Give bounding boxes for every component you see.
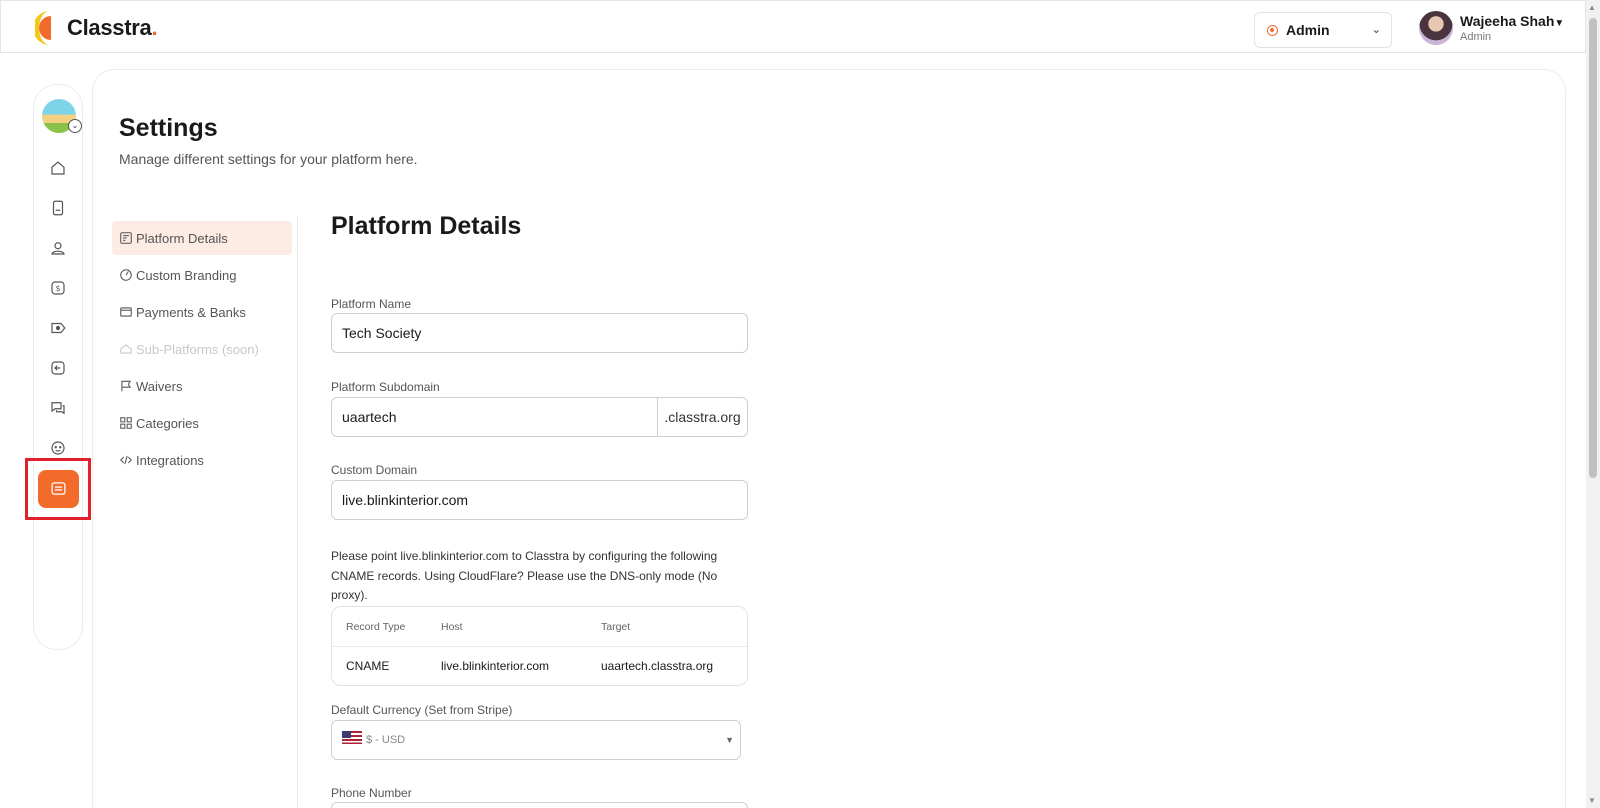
chevron-down-icon[interactable]: ⌄ — [68, 119, 82, 133]
user-role: Admin — [1460, 31, 1492, 43]
chat-icon[interactable] — [49, 399, 67, 417]
classtra-logo-icon — [33, 9, 61, 47]
role-select[interactable]: Admin ⌄ — [1254, 12, 1392, 48]
grid-icon — [120, 417, 132, 429]
dns-records-table: Record Type Host Target CNAME live.blink… — [331, 606, 748, 686]
arrow-left-icon[interactable] — [49, 359, 67, 377]
page-subtitle: Manage different settings for your platf… — [119, 151, 418, 167]
settings-nav-label: Payments & Banks — [136, 304, 246, 320]
caret-down-icon: ▼ — [1554, 18, 1565, 29]
user-avatar — [1419, 11, 1453, 45]
settings-nav-waivers[interactable]: Waivers — [112, 369, 292, 403]
default-currency-select[interactable]: $ - USD ▼ — [331, 720, 741, 760]
svg-text:$: $ — [56, 284, 61, 293]
settings-nav-label: Sub-Platforms (soon) — [136, 341, 259, 357]
subdomain-suffix: .classtra.org — [657, 398, 747, 436]
role-indicator-icon — [1267, 24, 1278, 36]
settings-nav-payments-banks[interactable]: Payments & Banks — [112, 295, 292, 329]
settings-list-icon — [51, 482, 66, 495]
custom-domain-input[interactable]: live.blinkinterior.com — [331, 480, 748, 520]
page-scrollbar[interactable]: ▲ ▼ — [1586, 0, 1600, 808]
custom-domain-value: live.blinkinterior.com — [342, 492, 469, 508]
platform-name-input[interactable]: Tech Society — [331, 313, 748, 353]
role-select-value: Admin — [1286, 22, 1330, 38]
table-header-cell: Record Type — [346, 621, 406, 633]
phone-number-label: Phone Number — [331, 786, 412, 800]
platform-name-value: Tech Society — [342, 325, 422, 341]
custom-domain-help-text: Please point live.blinkinterior.com to C… — [331, 549, 718, 602]
tag-icon[interactable] — [49, 319, 67, 337]
settings-nav-label: Waivers — [136, 378, 183, 394]
book-icon[interactable] — [49, 199, 67, 217]
scroll-down-arrow-icon[interactable]: ▼ — [1588, 796, 1596, 805]
smile-icon[interactable] — [49, 439, 67, 457]
settings-nav: Platform Details Custom Branding Payment… — [112, 221, 292, 480]
platform-subdomain-input[interactable]: uaartech .classtra.org — [331, 397, 748, 437]
platform-subdomain-label: Platform Subdomain — [331, 380, 440, 394]
default-currency-value: $ - USD — [366, 734, 406, 746]
palette-icon — [120, 269, 132, 281]
caret-down-icon: ▼ — [725, 735, 734, 745]
settings-nav-label: Custom Branding — [136, 267, 237, 283]
default-currency-label: Default Currency (Set from Stripe) — [331, 703, 513, 717]
phone-number-input[interactable] — [331, 802, 748, 808]
platform-subdomain-value: uaartech — [342, 409, 397, 425]
user-menu[interactable]: Wajeeha Shah▼ Admin — [1419, 11, 1564, 45]
user-name: Wajeeha Shah — [1460, 13, 1555, 29]
settings-nav-label: Integrations — [136, 452, 204, 468]
section-title: Platform Details — [331, 212, 522, 240]
classtra-logo[interactable]: Classtra. — [33, 9, 158, 47]
settings-nav-platform-details[interactable]: Platform Details — [112, 221, 292, 255]
user-icon[interactable] — [49, 239, 67, 257]
code-icon — [120, 455, 132, 465]
logo-dot: . — [151, 15, 158, 40]
table-cell: live.blinkinterior.com — [441, 659, 550, 673]
scroll-up-arrow-icon[interactable]: ▲ — [1588, 3, 1596, 12]
document-icon — [120, 232, 132, 244]
table-divider — [332, 646, 747, 647]
flag-icon — [121, 380, 132, 392]
page-title: Settings — [119, 114, 218, 142]
settings-nav-label: Platform Details — [136, 230, 228, 246]
settings-nav-custom-branding[interactable]: Custom Branding — [112, 258, 292, 292]
table-cell: CNAME — [346, 659, 390, 673]
settings-card — [92, 69, 1566, 808]
dollar-icon[interactable]: $ — [49, 279, 67, 297]
settings-list-icon-button[interactable] — [38, 470, 79, 508]
custom-domain-label: Custom Domain — [331, 463, 418, 477]
table-header-cell: Host — [441, 621, 463, 633]
logo-text: Classtra — [67, 15, 152, 40]
settings-nav-categories[interactable]: Categories — [112, 406, 292, 440]
us-flag-icon — [342, 730, 362, 744]
table-cell: uaartech.classtra.org — [601, 659, 714, 673]
platform-name-label: Platform Name — [331, 297, 412, 311]
house-icon — [120, 344, 132, 354]
left-rail-nav: ⌄ $ — [33, 84, 83, 650]
home-icon[interactable] — [49, 159, 67, 177]
settings-nav-integrations[interactable]: Integrations — [112, 443, 292, 477]
chevron-down-icon: ⌄ — [1371, 24, 1381, 36]
card-icon — [120, 307, 132, 317]
settings-nav-divider — [297, 215, 298, 808]
top-header: Classtra. Admin ⌄ Wajeeha Shah▼ Admin — [0, 0, 1586, 53]
table-header-cell: Target — [601, 621, 631, 633]
settings-nav-sub-platforms: Sub-Platforms (soon) — [112, 332, 292, 366]
settings-nav-label: Categories — [136, 415, 199, 431]
scroll-thumb[interactable] — [1589, 18, 1597, 478]
